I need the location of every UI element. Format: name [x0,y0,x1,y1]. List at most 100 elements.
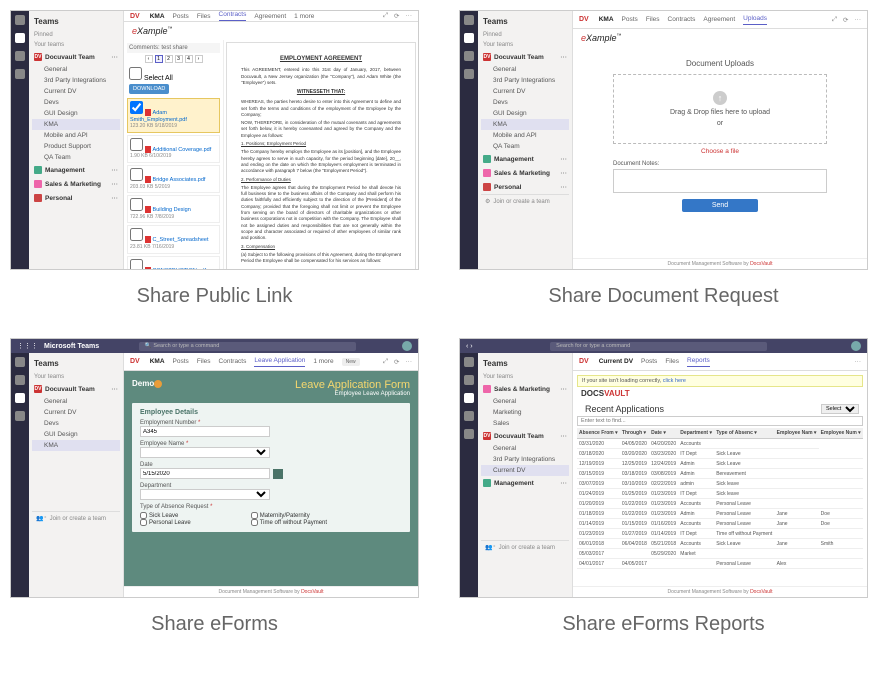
col-header[interactable]: Employee Nam ▾ [775,428,819,439]
refresh-icon[interactable]: ⟳ [394,12,399,20]
file-item[interactable]: C_Street_Spreadsheet23.81 KB 7/16/2019 [127,225,220,253]
doc-title: EMPLOYMENT AGREEMENT [241,55,401,63]
tab-posts[interactable]: Posts [173,13,189,20]
tab-files[interactable]: Files [197,13,211,20]
col-header[interactable]: Employee Num ▾ [819,428,863,439]
table-row[interactable]: 01/24/201901/25/201901/23/2019IT DeptSic… [577,489,863,499]
choose-file-link[interactable]: Choose a file [613,148,827,155]
chk-maternity[interactable] [251,512,258,519]
teams-icon[interactable] [464,51,474,61]
avatar[interactable] [851,341,861,351]
file-list: Comments: test share ‹ 1 2 3 4 › Select … [124,40,224,270]
table-row[interactable]: 05/03/201705/29/2020Market [577,549,863,559]
emp-name-select[interactable] [140,447,270,458]
table-row[interactable]: 01/20/201901/22/201901/23/2019AccountsPe… [577,499,863,509]
file-item[interactable]: Building Design722.96 KB 7/8/2019 [127,195,220,223]
tab-contracts[interactable]: Contracts [219,11,247,21]
reports-table: Absence From ▾Through ▾Date ▾Department … [577,428,863,569]
tab-uploads[interactable]: Uploads [743,15,767,25]
page-1[interactable]: 1 [155,55,163,63]
channel[interactable]: 3rd Party Integrations [32,75,120,86]
calendar-icon[interactable] [273,469,283,479]
team-management[interactable]: Management··· [32,163,120,177]
team-docuvault[interactable]: DVDocuvault Team··· [32,50,120,64]
form-title: Leave Application Form [295,379,410,391]
page-4[interactable]: 4 [185,55,193,63]
table-row[interactable]: 03/15/201903/18/201903/08/2019AdminBerea… [577,469,863,479]
caption: Share eForms Reports [562,613,764,636]
channel[interactable]: General [32,64,120,75]
tab-leave-application[interactable]: Leave Application [254,357,305,367]
team-docuvault[interactable]: DVDocuvault Team··· [481,50,569,64]
load-warning: If your site isn't loading correctly, cl… [577,375,863,387]
team-sales[interactable]: Sales & Marketing··· [32,177,120,191]
page-2[interactable]: 2 [165,55,173,63]
notes-textarea[interactable] [613,169,827,193]
file-item[interactable]: CONSTRUCTION.pdf121.43 KB 9/2019 [127,256,220,270]
tab-agreement[interactable]: Agreement [254,13,286,20]
dropzone[interactable]: Drag & Drop files here to upload or [613,74,827,144]
activity-icon[interactable] [15,15,25,25]
col-header[interactable]: Date ▾ [649,428,678,439]
channel[interactable]: GUI Design [32,108,120,119]
join-create-team[interactable]: ⚙Join or create a team [481,194,569,208]
channel[interactable]: QA Team [32,152,120,163]
chk-sick[interactable] [140,512,147,519]
files-icon[interactable] [15,69,25,79]
table-row[interactable]: 12/19/201912/25/201912/24/2019AdminSick … [577,459,863,469]
page-next[interactable]: › [195,55,203,63]
table-row[interactable]: 01/18/201901/22/201901/23/2019AdminPerso… [577,509,863,519]
teams-topbar: ‹ › Search for or type a command [460,339,867,353]
teams-app-rail [460,11,478,269]
chk-personal[interactable] [140,519,147,526]
page-3[interactable]: 3 [175,55,183,63]
col-header[interactable]: Type of Absenc ▾ [714,428,774,439]
send-button[interactable]: Send [682,199,758,212]
chat-icon[interactable] [464,33,474,43]
expand-icon[interactable]: ⤢ [383,12,388,20]
table-search[interactable] [577,416,863,426]
table-row[interactable]: 01/23/201901/27/201901/14/2019IT DeptTim… [577,529,863,539]
channel[interactable]: Product Support [32,141,120,152]
file-item[interactable]: Bridge Associates.pdf203.03 KB 5/2019 [127,165,220,193]
more-icon[interactable]: ··· [406,12,413,20]
date-input[interactable] [140,468,270,479]
emp-number-input[interactable] [140,426,270,437]
select-dropdown[interactable]: Select [821,404,859,414]
channel[interactable]: Current DV [32,86,120,97]
tab-reports[interactable]: Reports [687,357,710,367]
channel[interactable]: Mobile and API [32,130,120,141]
teams-topbar: ⋮⋮⋮ Microsoft Teams 🔍 Search or type a c… [11,339,418,353]
file-item[interactable]: Adam Smith_Employment.pdf123.20 KB 9/18/… [127,98,220,133]
search-input[interactable]: Search for or type a command [550,342,767,351]
chat-icon[interactable] [15,33,25,43]
col-header[interactable]: Department ▾ [678,428,714,439]
teams-icon[interactable] [15,51,25,61]
chk-timeoff[interactable] [251,519,258,526]
table-row[interactable]: 03/07/201903/10/201902/22/2019adminSick … [577,479,863,489]
dept-select[interactable] [140,489,270,500]
channel[interactable]: Devs [32,97,120,108]
table-row[interactable]: 03/18/202003/20/202003/23/2020IT DeptSic… [577,449,863,459]
page-prev[interactable]: ‹ [145,55,153,63]
tab-more[interactable]: 1 more [294,13,314,20]
download-button[interactable]: DOWNLOAD [129,84,169,94]
click-here-link[interactable]: click here [663,378,686,384]
files-icon[interactable] [464,69,474,79]
activity-icon[interactable] [464,15,474,25]
avatar[interactable] [402,341,412,351]
channel-kma[interactable]: KMA [32,119,120,130]
join-create-team[interactable]: 👥⁺Join or create a team [32,511,120,525]
col-header[interactable]: Absence From ▾ [577,428,620,439]
recent-heading: Recent Applications [581,402,668,416]
table-row[interactable]: 03/31/202004/05/202004/20/2020Accounts [577,439,863,449]
join-create-team[interactable]: 👥⁺Join or create a team [481,540,569,554]
table-row[interactable]: 04/01/201704/05/2017Personal LeaveAlex [577,559,863,569]
file-item[interactable]: Additional Coverage.pdf1.90 KB 6/10/2019 [127,135,220,163]
table-row[interactable]: 01/14/201901/15/201901/16/2019AccountsPe… [577,519,863,529]
table-row[interactable]: 06/01/201806/04/201805/21/2018AccountsSi… [577,539,863,549]
col-header[interactable]: Through ▾ [620,428,649,439]
team-personal[interactable]: Personal··· [32,191,120,205]
select-all-checkbox[interactable] [129,67,142,80]
search-input[interactable]: 🔍 Search or type a command [139,342,356,351]
